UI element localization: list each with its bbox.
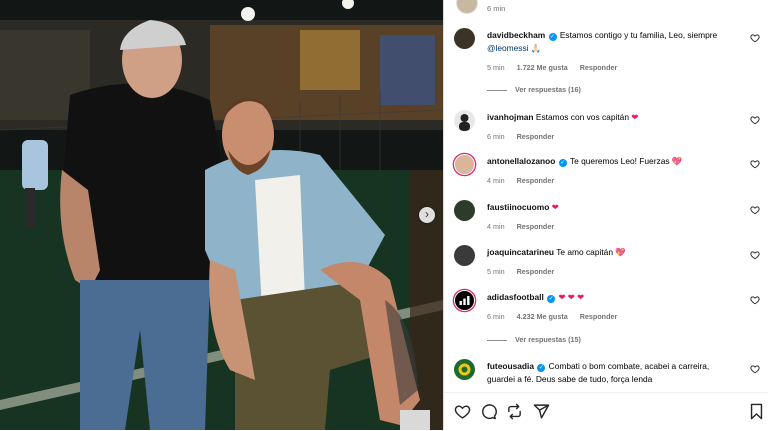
avatar[interactable] (454, 200, 475, 221)
comment-emoji: 💖 (671, 156, 683, 166)
comment-username[interactable]: adidasfootball (487, 292, 544, 302)
reply-button[interactable]: Responder (517, 222, 555, 231)
comment-username[interactable]: faustiinocuomo (487, 202, 549, 212)
comment-time: 6 min (487, 312, 505, 321)
reply-button[interactable]: Responder (580, 312, 618, 321)
comment-username[interactable]: futeousadia (487, 361, 534, 371)
avatar[interactable] (454, 28, 475, 49)
bookmark-icon[interactable] (748, 403, 765, 420)
comment-username[interactable]: joaquincatarineu (487, 247, 554, 257)
reply-button[interactable]: Responder (580, 63, 618, 72)
comment-body: faustiinocuomo ❤ 4 min Responder (487, 201, 739, 233)
comment-text: Te amo capitán (556, 247, 616, 257)
comments-list[interactable]: 6 min davidbeckham ✓ Estamos contigo y t… (444, 0, 768, 392)
verified-badge-icon: ✓ (548, 33, 557, 41)
avatar[interactable] (454, 359, 475, 380)
comment-text: Estamos con vos capitán (535, 112, 632, 122)
comment-time: 4 min (487, 176, 505, 185)
comment-likes[interactable]: 1.722 Me gusta (517, 63, 568, 72)
paper-plane-icon[interactable] (533, 403, 550, 420)
heart-outline-icon[interactable] (454, 403, 471, 420)
heart-outline-icon[interactable] (750, 295, 760, 305)
photo-illustration (0, 0, 443, 430)
heart-outline-icon[interactable] (750, 364, 760, 374)
comment-body: adidasfootball ✓ ❤ ❤ ❤ 6 min 4.232 Me gu… (487, 291, 739, 323)
comment-emoji: ❤ ❤ ❤ (558, 292, 585, 302)
verified-badge-icon: ✓ (537, 364, 546, 372)
comment-time: 6 min (487, 132, 505, 141)
heart-outline-icon[interactable] (750, 115, 760, 125)
comment-username[interactable]: antonellalozanoo (487, 156, 555, 166)
comment-body: davidbeckham ✓ Estamos contigo y tu fami… (487, 29, 739, 74)
comment-bubble-icon[interactable] (480, 403, 497, 420)
avatar[interactable] (456, 0, 478, 14)
avatar[interactable] (454, 110, 475, 131)
post-action-bar (444, 392, 768, 431)
view-replies-button[interactable]: Ver respuestas (15) (487, 335, 581, 344)
comment-body: joaquincatarineu Te amo capitán 💖 5 min … (487, 246, 739, 278)
heart-outline-icon[interactable] (750, 205, 760, 215)
view-replies-button[interactable]: Ver respuestas (16) (487, 85, 581, 94)
reply-button[interactable]: Responder (517, 176, 555, 185)
adidas-logo-icon (459, 296, 470, 305)
heart-outline-icon[interactable] (750, 250, 760, 260)
heart-outline-icon[interactable] (750, 159, 760, 169)
comment-emoji: ❤ (631, 112, 639, 122)
comment-likes[interactable]: 4.232 Me gusta (517, 312, 568, 321)
comment-text: Estamos contigo y tu familia, Leo, siemp… (559, 30, 718, 40)
comment-body: ivanhojman Estamos con vos capitán ❤ 6 m… (487, 111, 739, 143)
avatar[interactable] (454, 154, 475, 175)
verified-badge-icon: ✓ (558, 159, 567, 167)
comment-username[interactable]: ivanhojman (487, 112, 534, 122)
comment-emoji: ❤ (551, 202, 559, 212)
mention-link[interactable]: @leomessi (487, 43, 529, 53)
post-timestamp: 6 min (487, 4, 506, 13)
heart-outline-icon[interactable] (750, 33, 760, 43)
repost-icon[interactable] (506, 403, 523, 420)
reply-button[interactable]: Responder (517, 132, 555, 141)
comment-time: 5 min (487, 267, 505, 276)
carousel-next-button[interactable]: › (419, 207, 435, 223)
comment-time: 4 min (487, 222, 505, 231)
comment-username[interactable]: davidbeckham (487, 30, 545, 40)
comment-body: antonellalozanoo ✓ Te queremos Leo! Fuer… (487, 155, 739, 187)
post-photo: › (0, 0, 443, 430)
comment-emoji: 💖 (615, 247, 626, 257)
comment-emoji: 🙏🏻 (530, 43, 542, 53)
verified-badge-icon: ✓ (547, 295, 556, 303)
avatar[interactable] (454, 290, 475, 311)
comment-text: Te queremos Leo! Fuerzas (569, 156, 672, 166)
reply-button[interactable]: Responder (517, 267, 555, 276)
comment-time: 5 min (487, 63, 505, 72)
avatar[interactable] (454, 245, 475, 266)
comment-body: futeousadia ✓ Combati o bom combate, aca… (487, 360, 739, 386)
